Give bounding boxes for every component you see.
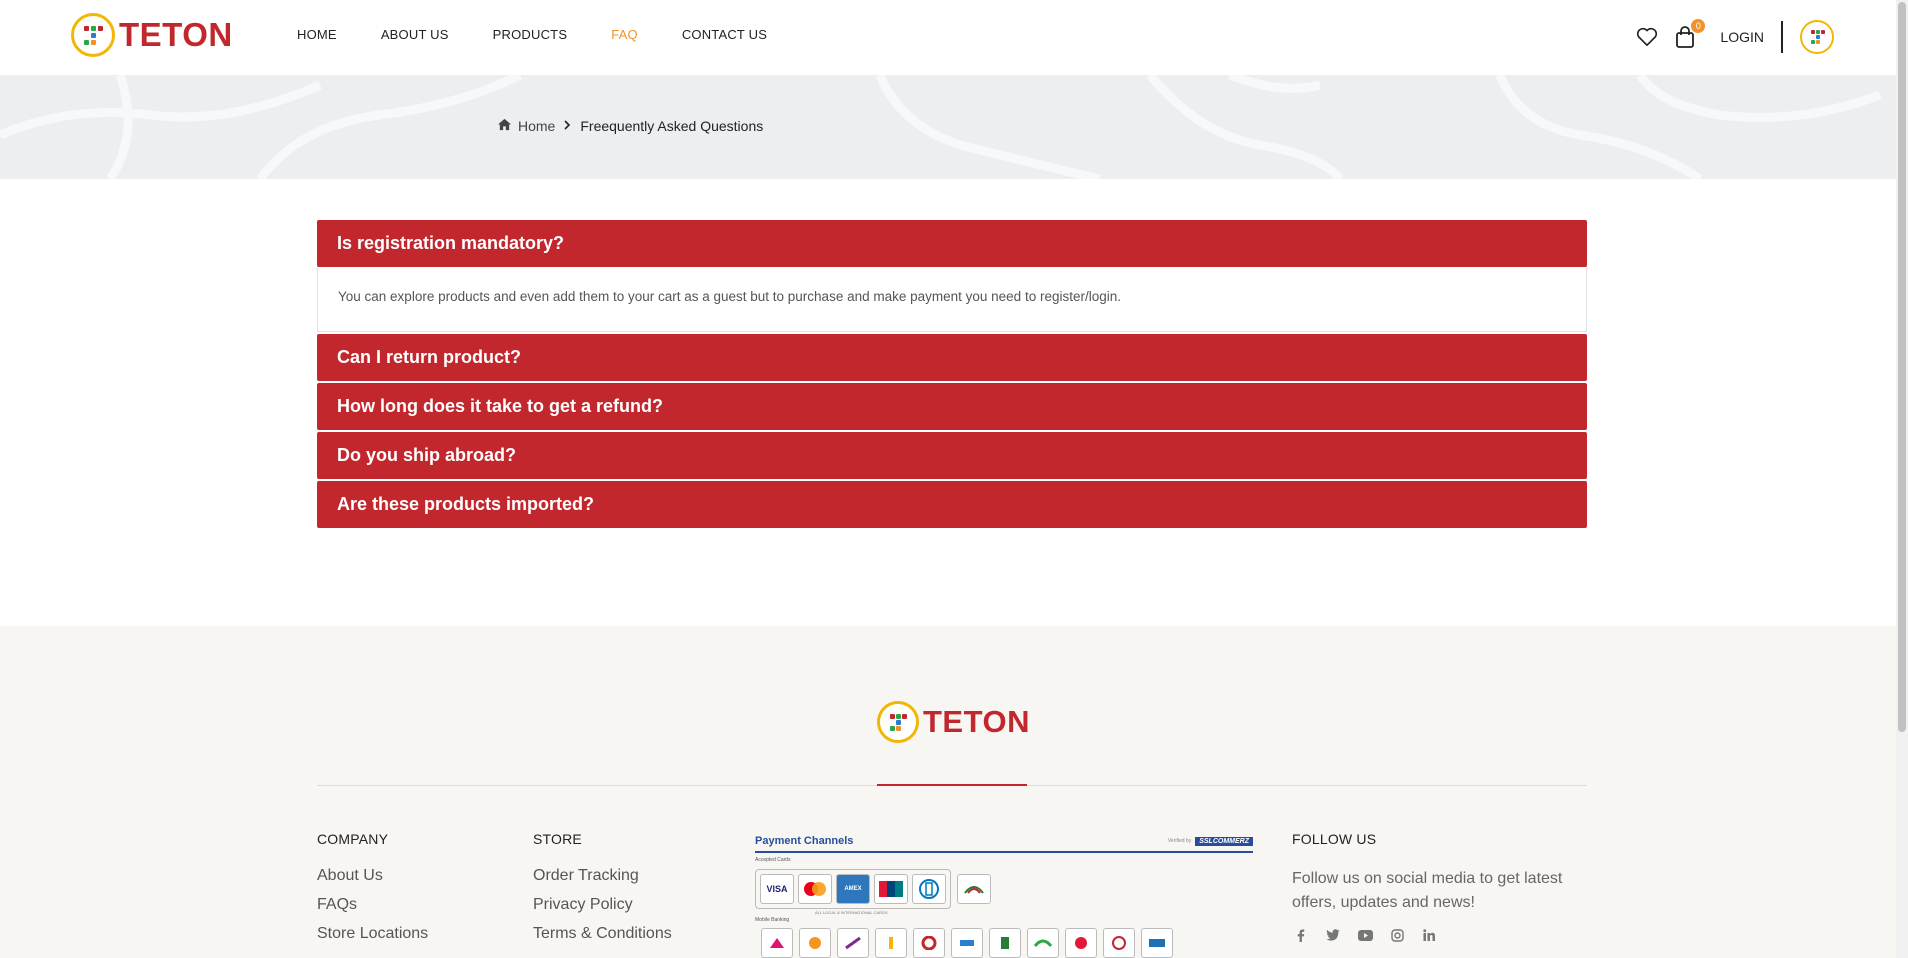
chevron-right-icon <box>564 119 571 133</box>
social-links <box>1292 929 1572 945</box>
mobile-bank-icon <box>1141 928 1173 958</box>
nav-contact-us[interactable]: CONTACT US <box>682 27 767 42</box>
breadcrumb-home[interactable]: Home <box>518 118 555 134</box>
footer-store-column: STORE Order Tracking Privacy Policy Term… <box>533 831 672 954</box>
footer-divider-accent <box>877 784 1027 786</box>
faq-question-return[interactable]: Can I return product? <box>317 334 1587 381</box>
faq-question-imported[interactable]: Are these products imported? <box>317 481 1587 528</box>
payment-header: Payment Channels Verified by SSLCOMMERZ <box>755 835 1253 853</box>
mobile-bank-icon <box>799 928 831 958</box>
payment-title: Payment Channels <box>755 835 854 847</box>
faq-item: How long does it take to get a refund? <box>317 383 1587 430</box>
dbbl-nexus-icon <box>957 874 991 904</box>
header-actions: 0 LOGIN <box>1634 17 1834 57</box>
user-avatar-icon[interactable] <box>1800 20 1834 54</box>
footer-link-order-tracking[interactable]: Order Tracking <box>533 867 672 885</box>
mobile-bank-icon <box>989 928 1021 958</box>
faq-question-refund[interactable]: How long does it take to get a refund? <box>317 383 1587 430</box>
unionpay-icon <box>874 874 908 904</box>
brand-name: TETON <box>119 16 233 53</box>
logo-mark-icon <box>71 13 115 57</box>
footer-link-store-locations[interactable]: Store Locations <box>317 925 428 943</box>
mobile-bank-icon <box>837 928 869 958</box>
card-logos: VISA AMEX <box>755 869 951 909</box>
shopping-bag-icon[interactable]: 0 <box>1672 19 1706 50</box>
faq-answer-registration: You can explore products and even add th… <box>317 267 1587 332</box>
faq-question-registration[interactable]: Is registration mandatory? <box>317 220 1587 267</box>
login-link[interactable]: LOGIN <box>1720 29 1764 45</box>
amex-icon: AMEX <box>836 874 870 904</box>
breadcrumb: Home Freequently Asked Questions <box>497 118 763 134</box>
breadcrumb-current: Freequently Asked Questions <box>580 118 764 134</box>
youtube-icon[interactable] <box>1356 929 1374 945</box>
accepted-cards: VISA AMEX <box>755 869 1253 909</box>
footer-follow-title: FOLLOW US <box>1292 831 1377 847</box>
brand-logo[interactable]: TETON <box>71 13 233 57</box>
mobile-bank-icon <box>913 928 945 958</box>
page: TETON HOME ABOUT US PRODUCTS FAQ CONTACT… <box>0 0 1908 958</box>
verified-by-label: Verified by <box>1167 838 1192 844</box>
mobile-banking-logos <box>761 928 1253 958</box>
main-nav: HOME ABOUT US PRODUCTS FAQ CONTACT US <box>297 27 811 42</box>
sslcommerz-badge: SSLCOMMERZ <box>1195 836 1253 846</box>
footer-company-column: COMPANY About Us FAQs Store Locations <box>317 831 428 954</box>
faq-accordion: Is registration mandatory? You can explo… <box>317 220 1587 530</box>
faq-item: Are these products imported? <box>317 481 1587 528</box>
nav-about-us[interactable]: ABOUT US <box>381 27 449 42</box>
payment-channels: Payment Channels Verified by SSLCOMMERZ … <box>755 835 1253 958</box>
mobile-bank-icon <box>1027 928 1059 958</box>
mobile-banking-label: Mobile Banking <box>755 917 790 923</box>
nav-home[interactable]: HOME <box>297 27 337 42</box>
header-divider <box>1781 21 1783 53</box>
mastercard-icon <box>798 874 832 904</box>
mobile-bank-icon <box>1103 928 1135 958</box>
breadcrumb-banner: Home Freequently Asked Questions <box>0 75 1908 179</box>
faq-question-ship-abroad[interactable]: Do you ship abroad? <box>317 432 1587 479</box>
footer-link-privacy-policy[interactable]: Privacy Policy <box>533 896 672 914</box>
accepted-cards-label: Accepted Cards <box>755 857 791 863</box>
site-header: TETON HOME ABOUT US PRODUCTS FAQ CONTACT… <box>0 0 1908 75</box>
facebook-icon[interactable] <box>1292 929 1310 945</box>
logo-mark-icon <box>877 701 919 743</box>
banner-pattern <box>0 75 1882 179</box>
faq-item: Do you ship abroad? <box>317 432 1587 479</box>
mobile-bank-icon <box>951 928 983 958</box>
footer-company-title: COMPANY <box>317 831 389 847</box>
cards-caption: ALL LOCAL & INTERNATIONAL CARDS <box>815 910 888 915</box>
faq-item: Is registration mandatory? You can explo… <box>317 220 1587 332</box>
payment-verified: Verified by SSLCOMMERZ <box>1167 836 1253 846</box>
footer-link-faqs[interactable]: FAQs <box>317 896 428 914</box>
nav-products[interactable]: PRODUCTS <box>493 27 568 42</box>
footer-follow-text: Follow us on social media to get latest … <box>1292 870 1563 911</box>
visa-icon: VISA <box>760 874 794 904</box>
linkedin-icon[interactable] <box>1420 929 1438 945</box>
bkash-icon <box>761 928 793 958</box>
instagram-icon[interactable] <box>1388 929 1406 945</box>
page-scrollbar[interactable] <box>1896 0 1908 958</box>
mobile-bank-icon <box>875 928 907 958</box>
footer-store-title: STORE <box>533 831 582 847</box>
cart-count-badge: 0 <box>1691 19 1706 33</box>
footer-link-about-us[interactable]: About Us <box>317 867 428 885</box>
diners-icon <box>912 874 946 904</box>
site-footer: TETON COMPANY About Us FAQs Store Locati… <box>0 626 1908 958</box>
faq-item: Can I return product? <box>317 334 1587 381</box>
footer-follow-column: FOLLOW US Follow us on social media to g… <box>1292 831 1572 945</box>
twitter-icon[interactable] <box>1324 929 1342 945</box>
footer-brand-name: TETON <box>923 704 1030 739</box>
mobile-bank-icon <box>1065 928 1097 958</box>
scrollbar-thumb[interactable] <box>1898 2 1906 732</box>
heart-icon[interactable] <box>1634 24 1660 50</box>
footer-link-terms[interactable]: Terms & Conditions <box>533 925 672 943</box>
footer-logo[interactable]: TETON <box>877 701 1030 743</box>
nav-faq[interactable]: FAQ <box>611 27 638 42</box>
home-icon[interactable] <box>497 118 512 134</box>
